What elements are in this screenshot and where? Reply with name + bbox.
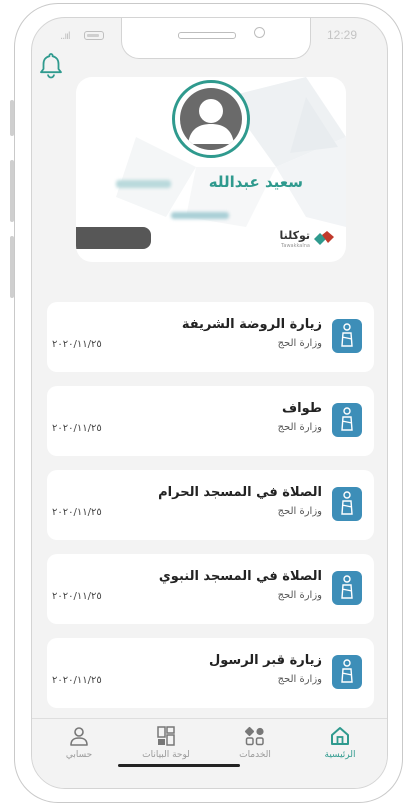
mute-switch [10,100,14,136]
list-item[interactable]: الصلاة في المسجد النبوي وزارة الحج ٢٠٢٠/… [47,554,374,624]
list-item[interactable]: زيارة الروضة الشريفة وزارة الحج ٢٠٢٠/١١/… [47,302,374,372]
status-time: 12:29 [326,28,357,42]
tab-services[interactable]: الخدمات [215,725,295,769]
pilgrim-icon [332,571,362,605]
tawakkalna-logo: توكلنا Tawakkalna [270,227,336,253]
item-date: ٢٠٢٠/١١/٢٥ [52,339,102,350]
item-date: ٢٠٢٠/١١/٢٥ [52,675,102,686]
item-title: طواف [282,401,322,416]
user-name: سعيد عبدالله [208,173,303,191]
phone-notch [121,18,311,59]
pilgrim-icon [332,403,362,437]
user-silhouette-icon [188,99,234,144]
redacted-name-part [116,180,171,188]
tab-label: حسابي [65,750,93,760]
volume-up-button [10,160,14,222]
tab-label: الخدمات [239,750,271,760]
bottom-tab-bar: الرئيسية الخدمات لوحة البيانات حسابي [32,718,387,788]
item-subtitle: وزارة الحج [277,590,322,601]
services-icon [244,726,264,746]
dashboard-icon [157,726,175,746]
avatar [172,80,250,158]
speaker-grille [178,32,236,39]
tab-label: الرئيسية [324,750,356,760]
app-screen: ..ııl 12:29 سعيد عبدالله توكلنا Tawakkal… [31,17,388,789]
bell-icon[interactable] [37,51,65,79]
tab-dashboard[interactable]: لوحة البيانات [126,725,206,769]
volume-down-button [10,236,14,298]
list-item[interactable]: طواف وزارة الحج ٢٠٢٠/١١/٢٥ [47,386,374,456]
item-subtitle: وزارة الحج [277,506,322,517]
item-title: الصلاة في المسجد الحرام [158,485,322,500]
item-title: زيارة الروضة الشريفة [181,317,322,332]
item-title: زيارة قبر الرسول [208,653,322,668]
tab-account[interactable]: حسابي [39,725,119,769]
item-date: ٢٠٢٠/١١/٢٥ [52,591,102,602]
home-indicator[interactable] [118,764,240,767]
list-item[interactable]: الصلاة في المسجد الحرام وزارة الحج ٢٠٢٠/… [47,470,374,540]
redacted-field [76,227,151,249]
camera-dot [254,27,265,38]
item-subtitle: وزارة الحج [277,422,322,433]
item-subtitle: وزارة الحج [277,338,322,349]
id-card[interactable]: سعيد عبدالله توكلنا Tawakkalna [76,77,346,262]
list-item[interactable]: زيارة قبر الرسول وزارة الحج ٢٠٢٠/١١/٢٥ [47,638,374,708]
item-date: ٢٠٢٠/١١/٢٥ [52,423,102,434]
pilgrim-icon [332,487,362,521]
battery-icon [84,31,104,40]
home-icon [331,727,349,745]
tab-home[interactable]: الرئيسية [300,725,380,769]
item-subtitle: وزارة الحج [277,674,322,685]
logo-subtext: Tawakkalna [281,243,310,249]
signal-icon: ..ııl [60,31,71,42]
tab-label: لوحة البيانات [142,750,190,760]
pilgrim-icon [332,655,362,689]
redacted-id-number [171,212,229,219]
user-icon [70,727,88,746]
logo-text: توكلنا [279,229,310,242]
tawakkalna-heart-icon [314,231,334,245]
item-date: ٢٠٢٠/١١/٢٥ [52,507,102,518]
pilgrim-icon [332,319,362,353]
item-title: الصلاة في المسجد النبوي [158,569,322,584]
